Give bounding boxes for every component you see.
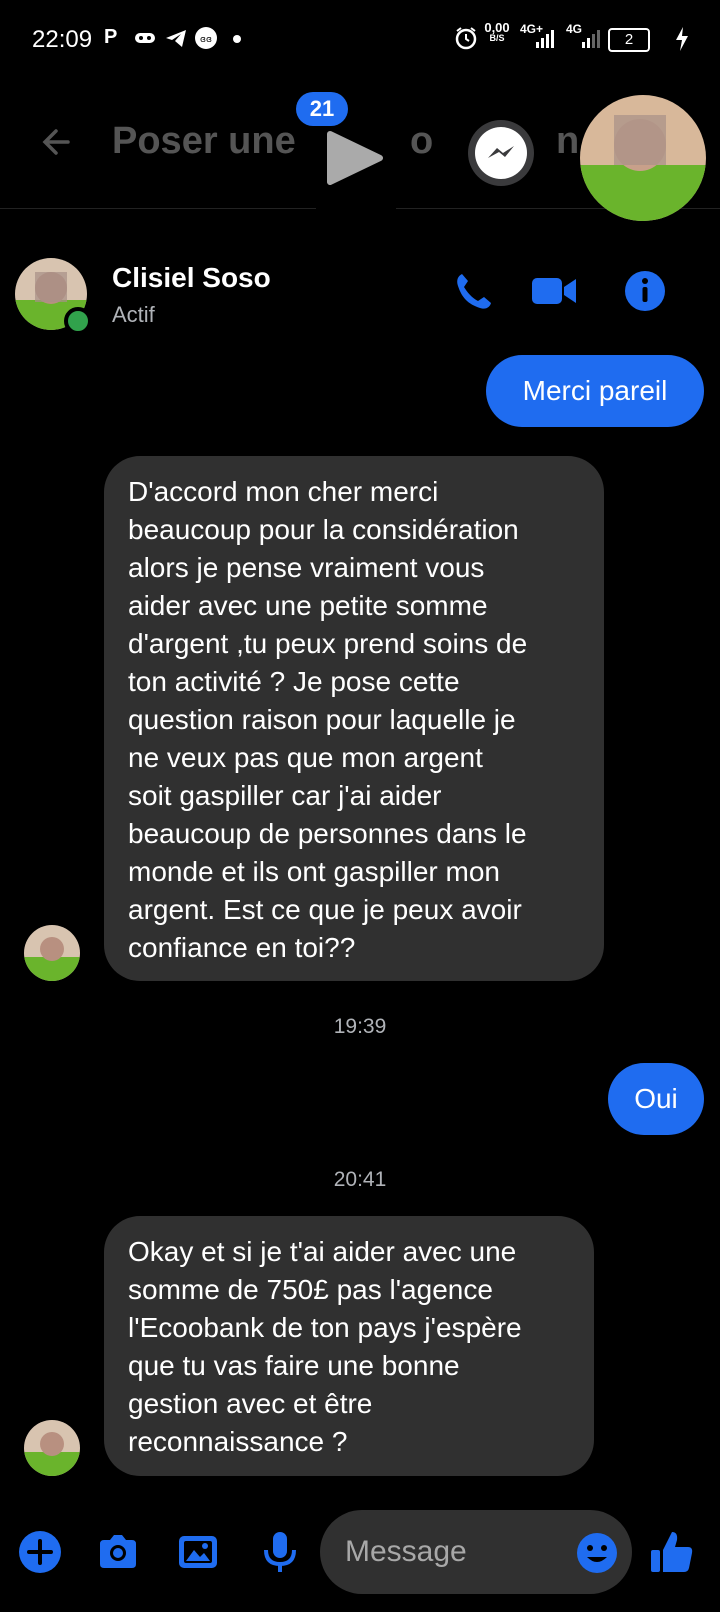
network-speed: 0,00 B/S [482, 20, 512, 44]
incoming-message[interactable]: D'accord mon cher merci beaucoup pour la… [104, 456, 604, 981]
message-line: confiance en toi?? [128, 932, 356, 963]
message-input-placeholder: Message [345, 1535, 467, 1568]
message-line: monde et ils ont gaspiller mon [128, 856, 500, 887]
sender-avatar[interactable] [24, 1420, 80, 1476]
message-line: que tu vas faire une bonne [128, 1350, 460, 1381]
message-line: aider avec une petite somme [128, 590, 488, 621]
camera-icon[interactable] [96, 1530, 140, 1574]
notification-badge: 21 [296, 92, 348, 126]
telegram-icon [166, 30, 186, 47]
incoming-message[interactable]: Okay et si je t'ai aider avec une somme … [104, 1216, 594, 1476]
outgoing-message[interactable]: Oui [608, 1063, 704, 1135]
gamepad-icon [135, 33, 155, 43]
messenger-chathead[interactable] [468, 120, 534, 186]
microphone-icon[interactable] [258, 1530, 302, 1574]
online-status-dot [64, 307, 92, 335]
message-line: soit gaspiller car j'ai aider [128, 780, 442, 811]
signal-1-icon [536, 30, 554, 48]
message-line: argent. Est ce que je peux avoir [128, 894, 522, 925]
more-notifications-dot [233, 35, 241, 43]
message-line: beaucoup pour la considération [128, 514, 519, 545]
contact-chathead[interactable] [580, 95, 706, 221]
message-line: alors je pense vraiment vous [128, 552, 485, 583]
message-line: question raison pour laquelle je [128, 704, 516, 735]
message-text: Oui [634, 1083, 678, 1114]
gallery-icon[interactable] [176, 1530, 220, 1574]
parking-app-icon: P [104, 26, 118, 48]
charging-icon [676, 27, 688, 51]
back-arrow-icon[interactable] [38, 124, 74, 160]
signal-2-icon [582, 30, 600, 48]
alarm-icon [455, 27, 477, 50]
contact-name[interactable]: Clisiel Soso [112, 262, 271, 294]
message-line: reconnaissance ? [128, 1426, 348, 1457]
sender-avatar-image [24, 1420, 80, 1476]
info-icon[interactable] [624, 270, 666, 312]
battery-level: 2 [624, 31, 634, 48]
video-call-icon[interactable] [530, 270, 578, 312]
message-text: Merci pareil [522, 375, 668, 406]
message-line: beaucoup de personnes dans le [128, 818, 527, 849]
message-line: somme de 750£ pas l'agence [128, 1274, 493, 1305]
background-title: Poser une [112, 120, 296, 162]
message-line: d'argent ,tu peux prend soins de [128, 628, 528, 659]
network-speed-value: 0,00 [484, 20, 510, 35]
message-line: l'Ecoobank de ton pays j'espère [128, 1312, 522, 1343]
message-line: D'accord mon cher merci [128, 476, 439, 507]
status-time: 22:09 [32, 26, 93, 53]
timestamp: 19:39 [333, 1015, 387, 1038]
background-title-fragment: o [410, 120, 434, 162]
outgoing-message[interactable]: Merci pareil [486, 355, 704, 427]
contact-status: Actif [112, 302, 155, 327]
plus-icon[interactable] [18, 1530, 62, 1574]
contact-chathead-avatar [580, 95, 706, 221]
battery-indicator: 2 [608, 28, 650, 52]
voice-call-icon[interactable] [452, 270, 494, 312]
network-type-2: 4G [566, 22, 583, 36]
app-notification-icon: ɞɞ [195, 27, 217, 49]
message-line: ton activité ? Je pose cette [128, 666, 460, 697]
emoji-icon[interactable] [576, 1532, 618, 1574]
messenger-icon [475, 127, 527, 179]
background-title-fragment-end: n [556, 120, 580, 162]
message-line: ne veux pas que mon argent [128, 742, 483, 773]
like-icon[interactable] [648, 1528, 696, 1576]
message-line: Okay et si je t'ai aider avec une [128, 1236, 517, 1267]
sender-avatar-image [24, 925, 80, 981]
timestamp: 20:41 [333, 1168, 387, 1191]
sender-avatar[interactable] [24, 925, 80, 981]
message-line: gestion avec et être [128, 1388, 373, 1419]
svg-text:ɞɞ: ɞɞ [200, 35, 212, 45]
